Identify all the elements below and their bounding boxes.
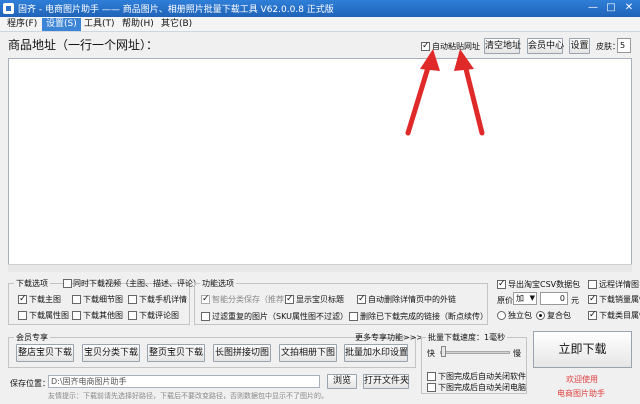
open-folder-button[interactable]: 打开文件夹: [363, 374, 409, 389]
smart-save-checkbox: [201, 293, 210, 305]
menu-settings[interactable]: 设置(S): [42, 18, 81, 31]
save-location-label: 保存位置：: [10, 379, 50, 388]
delete-done-label: 删除已下载完成的链接（断点续传）: [360, 312, 488, 321]
welcome-line-1: 欢迎使用: [566, 375, 598, 384]
speed-slider-track[interactable]: [440, 351, 510, 354]
other-image-checkbox[interactable]: [72, 311, 81, 320]
more-features-link[interactable]: 更多专享功能>>>: [355, 332, 423, 343]
remote-detail-label: 远程详情图: [599, 280, 639, 289]
start-download-button[interactable]: 立即下载: [533, 331, 632, 368]
app-icon: [3, 3, 14, 14]
download-options-title: 下载选项: [14, 278, 50, 289]
auto-paste-checkbox[interactable]: [421, 40, 430, 52]
browse-button[interactable]: 浏览: [327, 374, 357, 389]
category-download-button[interactable]: 宝贝分类下载: [82, 344, 140, 362]
skin-value: 5: [620, 41, 626, 50]
close-icon[interactable]: ✕: [620, 1, 638, 15]
speed-title: 批量下载速度：1毫秒: [426, 332, 508, 343]
mobile-detail-label: 下载手机详情: [139, 295, 187, 304]
standalone-label: 独立包: [508, 311, 532, 320]
whole-page-download-button[interactable]: 整页宝贝下载: [147, 344, 205, 362]
welcome-line-2: 电商图片助手: [557, 389, 605, 398]
filter-duplicate-checkbox[interactable]: [201, 312, 210, 321]
price-unit: 元: [571, 296, 579, 305]
minimize-icon[interactable]: —: [584, 1, 602, 15]
save-path-value: D:\固齐电商图片助手: [51, 377, 127, 386]
function-options-title: 功能选项: [200, 278, 236, 289]
chevron-down-icon: ▼: [529, 294, 535, 302]
smart-save-label: 智能分类保存（推荐）: [212, 295, 292, 304]
show-title-checkbox[interactable]: [285, 293, 294, 305]
show-title-label: 显示宝贝标题: [296, 295, 344, 304]
speed-fast-label: 快: [427, 349, 435, 358]
auto-delete-links-label: 自动删除详情页中的外链: [368, 295, 456, 304]
menu-bar: 程序(F) 设置(S) 工具(T) 帮助(H) 其它(B): [0, 17, 640, 32]
long-image-cut-button[interactable]: 长图拼接切图: [213, 344, 271, 362]
window-title: 固齐 - 电商图片助手 —— 商品图片、相册照片批量下载工具 V62.0.0.8…: [18, 5, 334, 15]
shutdown-after-label: 下图完成后自动关闭电脑: [438, 383, 526, 392]
mobile-detail-checkbox[interactable]: [128, 295, 137, 304]
horizontal-scrollbar[interactable]: [8, 264, 632, 272]
detail-image-label: 下载细节图: [83, 295, 123, 304]
combined-radio[interactable]: [536, 311, 545, 320]
speed-slow-label: 慢: [513, 349, 521, 358]
export-csv-checkbox[interactable]: [497, 278, 506, 290]
category-attr-label: 下载类目属性: [599, 311, 640, 320]
sku-image-checkbox[interactable]: [18, 311, 27, 320]
combined-label: 复合包: [547, 311, 571, 320]
watermark-settings-button[interactable]: 批量加水印设置: [344, 344, 408, 362]
clear-address-button[interactable]: 清空地址: [484, 38, 521, 54]
close-app-after-label: 下图完成后自动关闭软件: [438, 372, 526, 381]
url-textarea[interactable]: [8, 58, 632, 270]
save-path-input[interactable]: D:\固齐电商图片助手: [48, 375, 320, 388]
album-download-button[interactable]: 文拍相册下图: [279, 344, 337, 362]
menu-program[interactable]: 程序(F): [3, 18, 41, 31]
other-image-label: 下载其他图: [83, 311, 123, 320]
menu-help[interactable]: 帮助(H): [118, 18, 158, 31]
member-center-button[interactable]: 会员中心: [527, 38, 564, 54]
remote-detail-checkbox[interactable]: [588, 280, 597, 289]
standalone-radio[interactable]: [497, 311, 506, 320]
save-hint: 友情提示：下载前请先选择好路径，下载后不要改变路径，否则数据包中显示不了图片的。: [48, 392, 328, 400]
menu-other[interactable]: 其它(B): [157, 18, 196, 31]
member-title: 会员专享: [14, 332, 50, 343]
sku-image-label: 下载属性图: [29, 311, 69, 320]
video-checkbox[interactable]: [63, 279, 72, 288]
detail-image-checkbox[interactable]: [72, 295, 81, 304]
main-image-label: 下载主图: [29, 295, 61, 304]
skin-spinner[interactable]: 5: [617, 38, 631, 53]
price-label: 原价: [497, 296, 513, 305]
video-label: 同时下载视频（主图、描述、评论）: [73, 279, 201, 288]
main-image-checkbox[interactable]: [18, 293, 27, 305]
price-operator-value: 加: [516, 294, 524, 303]
menu-tools[interactable]: 工具(T): [80, 18, 119, 31]
shutdown-after-checkbox[interactable]: [427, 383, 436, 392]
sales-attr-label: 下载销量属性: [599, 295, 640, 304]
speed-slider-handle[interactable]: [441, 346, 446, 357]
delete-done-checkbox[interactable]: [349, 312, 358, 321]
category-attr-checkbox[interactable]: [588, 309, 597, 321]
sales-attr-checkbox[interactable]: [588, 293, 597, 305]
filter-duplicate-label: 过滤重复的图片（SKU属性图不过滤）: [212, 312, 348, 321]
whole-shop-download-button[interactable]: 整店宝贝下载: [16, 344, 74, 362]
price-value-input[interactable]: 0: [540, 292, 568, 305]
address-label: 商品地址（一行一个网址）：: [8, 38, 159, 52]
close-app-after-checkbox[interactable]: [427, 372, 436, 381]
title-bar: 固齐 - 电商图片助手 —— 商品图片、相册照片批量下载工具 V62.0.0.8…: [0, 0, 640, 17]
auto-delete-links-checkbox[interactable]: [357, 293, 366, 305]
maximize-icon[interactable]: □: [602, 1, 620, 15]
settings-button[interactable]: 设置: [569, 38, 590, 54]
review-image-label: 下载评论图: [139, 311, 179, 320]
price-value: 0: [559, 294, 565, 303]
review-image-checkbox[interactable]: [128, 311, 137, 320]
price-operator-select[interactable]: 加 ▼: [513, 292, 537, 305]
export-csv-label: 导出淘宝CSV数据包: [508, 280, 581, 289]
auto-paste-label: 自动粘贴网址: [432, 42, 480, 51]
